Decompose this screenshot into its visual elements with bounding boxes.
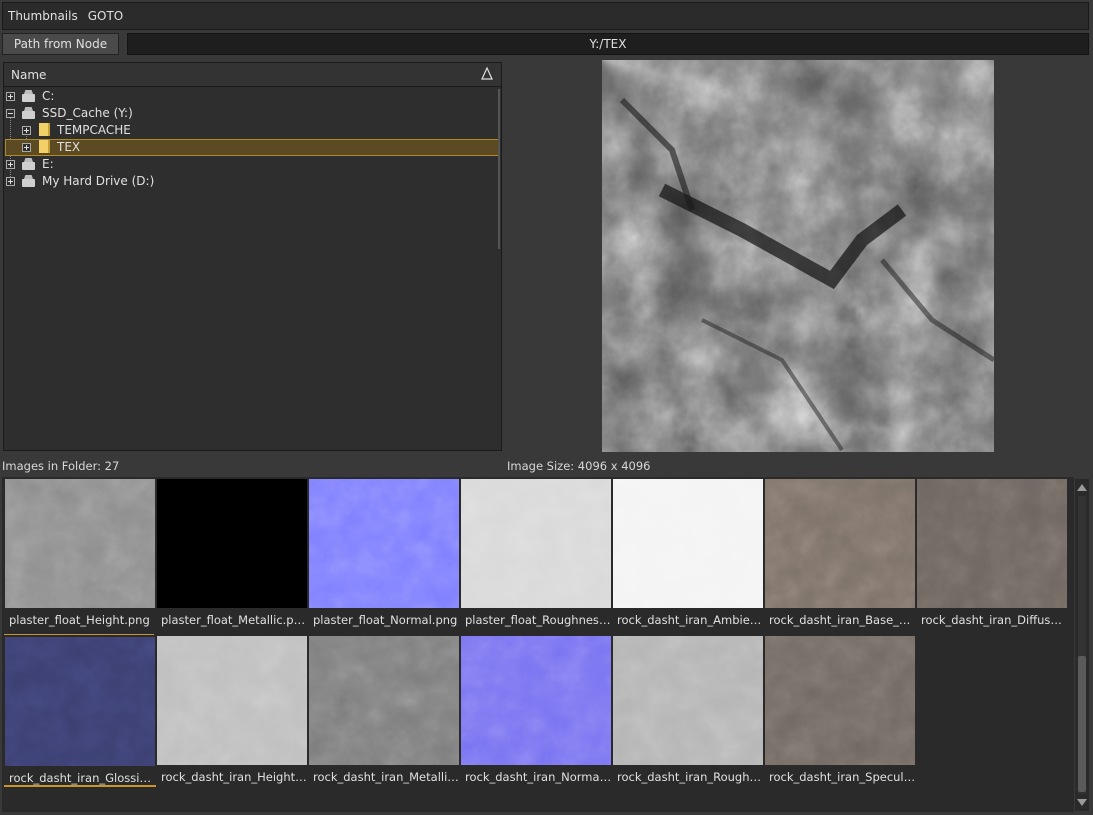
tree-label: E: <box>42 157 54 171</box>
thumbnail-image <box>309 479 459 608</box>
scroll-down-icon[interactable] <box>1077 799 1087 806</box>
tree-scrollbar[interactable] <box>498 89 500 249</box>
thumbnail-image <box>157 636 307 765</box>
tree-label: C: <box>42 89 55 103</box>
thumbnail-image <box>765 479 915 608</box>
thumbnail-texture <box>461 479 611 608</box>
menu-goto[interactable]: GOTO <box>88 9 124 23</box>
thumbnail-image <box>613 636 763 765</box>
scroll-handle[interactable] <box>1078 656 1086 792</box>
thumbnail-item[interactable]: rock_dasht_iran_Normal.png <box>460 634 612 786</box>
thumbnail-image <box>461 636 611 765</box>
thumbnail-texture <box>309 479 459 608</box>
tree-row-tempcache[interactable]: TEMPCACHE <box>5 122 499 139</box>
thumbnail-texture <box>309 636 459 765</box>
thumbnail-caption: plaster_float_Normal.png <box>313 613 458 627</box>
tree-row-tex[interactable]: TEX <box>5 139 499 156</box>
thumbnail-caption: rock_dasht_iran_Metallic.png <box>313 770 460 784</box>
thumbnail-caption: rock_dasht_iran_Ambient_Occlusion.png <box>617 613 764 627</box>
thumbnail-item[interactable]: plaster_float_Roughness.png <box>460 477 612 629</box>
thumbnail-image <box>765 636 915 765</box>
top-toolbar: Thumbnails GOTO <box>2 2 1089 30</box>
thumbnail-image <box>5 637 155 766</box>
thumbnail-image <box>613 479 763 608</box>
thumbnail-caption: rock_dasht_iran_Glossiness.png <box>4 771 156 787</box>
thumbnail-image <box>309 636 459 765</box>
thumbnail-item[interactable]: rock_dasht_iran_Specular.png <box>764 634 916 786</box>
menu-thumbnails[interactable]: Thumbnails <box>8 9 78 23</box>
folder-icon <box>39 140 50 153</box>
directory-tree[interactable]: Name C: SSD_Cache (Y:) TEMPCACHE TEX E: <box>3 62 502 451</box>
thumbnail-item[interactable]: rock_dasht_iran_Ambient_Occlusion.png <box>612 477 764 629</box>
thumbnail-texture <box>917 479 1067 608</box>
tree-header[interactable]: Name <box>4 63 501 87</box>
thumbnail-item[interactable]: plaster_float_Metallic.png <box>156 477 308 629</box>
thumbnail-caption: plaster_float_Metallic.png <box>161 613 308 627</box>
path-from-node-button[interactable]: Path from Node <box>2 33 119 55</box>
image-preview <box>602 60 994 452</box>
thumbnail-caption: plaster_float_Roughness.png <box>465 613 612 627</box>
thumbnail-texture <box>765 636 915 765</box>
thumbnail-grid[interactable]: plaster_float_Height.png plaster_float_M… <box>2 477 1074 812</box>
tree-label: My Hard Drive (D:) <box>42 174 155 188</box>
drive-icon <box>22 179 35 187</box>
collapse-icon[interactable] <box>6 109 15 118</box>
thumbnail-caption: plaster_float_Height.png <box>9 613 150 627</box>
drive-icon <box>22 162 35 170</box>
folder-icon <box>39 123 50 136</box>
thumbnail-texture <box>765 479 915 608</box>
expand-icon[interactable] <box>22 143 31 152</box>
thumbnail-item[interactable]: rock_dasht_iran_Metallic.png <box>308 634 460 786</box>
thumbnail-texture <box>5 479 155 608</box>
name-column-header[interactable]: Name <box>11 68 46 82</box>
path-field[interactable]: Y:/TEX <box>127 33 1089 55</box>
thumbnail-image <box>461 479 611 608</box>
thumbnail-image <box>5 479 155 608</box>
thumbnail-scrollbar[interactable] <box>1075 479 1089 811</box>
expand-icon[interactable] <box>6 177 15 186</box>
scroll-up-icon[interactable] <box>1077 484 1087 491</box>
thumbnail-image <box>917 479 1067 608</box>
images-count-label: Images in Folder: 27 <box>2 459 120 473</box>
rock-texture-image <box>602 60 994 452</box>
tree-label: TEMPCACHE <box>57 123 131 137</box>
drive-icon <box>22 94 35 102</box>
thumbnail-item[interactable]: plaster_float_Height.png <box>4 477 155 629</box>
thumbnail-texture <box>613 636 763 765</box>
image-size-label: Image Size: 4096 x 4096 <box>507 459 651 473</box>
tree-row-e[interactable]: E: <box>5 156 499 173</box>
thumbnail-caption: rock_dasht_iran_Roughness.png <box>617 770 764 784</box>
thumbnail-texture <box>5 637 155 766</box>
thumbnail-item-selected[interactable]: rock_dasht_iran_Glossiness.png <box>4 634 156 787</box>
thumbnail-item[interactable]: rock_dasht_iran_Base_Color.png <box>764 477 916 629</box>
tree-row-ssd-cache[interactable]: SSD_Cache (Y:) <box>5 105 499 122</box>
thumbnail-item[interactable]: rock_dasht_iran_Roughness.png <box>612 634 764 786</box>
thumbnail-item[interactable]: plaster_float_Normal.png <box>308 477 459 629</box>
thumbnail-image <box>157 479 307 608</box>
drive-icon <box>22 111 35 119</box>
thumbnail-texture <box>461 636 611 765</box>
expand-icon[interactable] <box>6 92 15 101</box>
thumbnail-item[interactable]: rock_dasht_iran_Height.png <box>156 634 308 786</box>
thumbnail-caption: rock_dasht_iran_Base_Color.png <box>769 613 916 627</box>
tree-label: SSD_Cache (Y:) <box>42 106 133 120</box>
thumbnail-item[interactable]: rock_dasht_iran_Diffuse.png <box>916 477 1068 629</box>
tree-label: TEX <box>57 140 81 154</box>
thumbnail-caption: rock_dasht_iran_Height.png <box>161 770 308 784</box>
expand-icon[interactable] <box>6 160 15 169</box>
thumbnail-caption: rock_dasht_iran_Diffuse.png <box>921 613 1068 627</box>
thumbnail-caption: rock_dasht_iran_Specular.png <box>769 770 916 784</box>
thumbnail-texture <box>157 636 307 765</box>
thumbnail-texture <box>613 479 763 608</box>
tree-row-c[interactable]: C: <box>5 88 499 105</box>
tree-row-d[interactable]: My Hard Drive (D:) <box>5 173 499 190</box>
thumbnail-caption: rock_dasht_iran_Normal.png <box>465 770 612 784</box>
sort-indicator-icon[interactable] <box>481 67 493 81</box>
scroll-track[interactable] <box>1078 496 1086 794</box>
expand-icon[interactable] <box>22 126 31 135</box>
